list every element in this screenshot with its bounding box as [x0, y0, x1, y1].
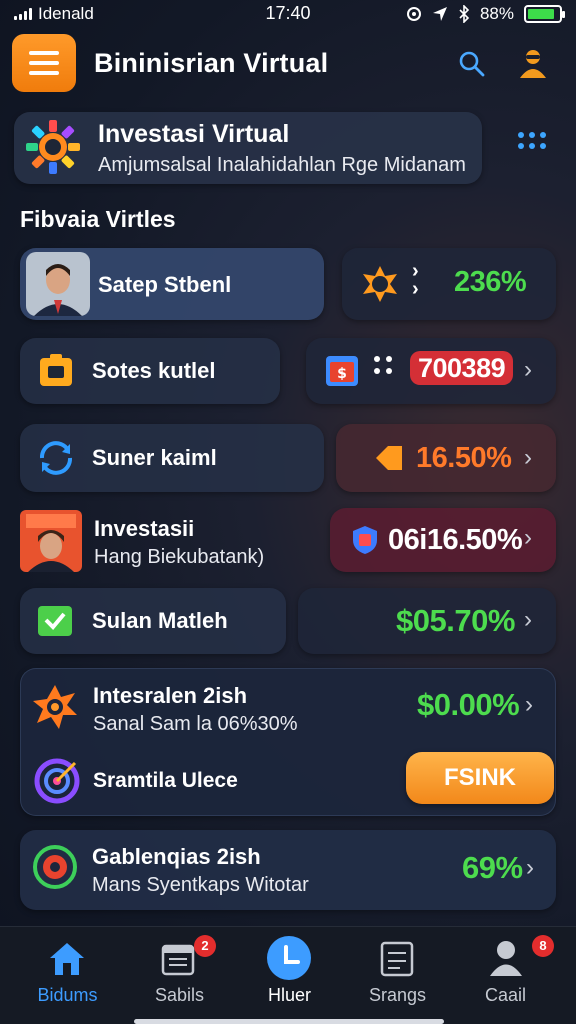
battery-percent: 88% [479, 4, 514, 23]
list-item[interactable]: › › 236% [342, 248, 556, 320]
page-title: Bininisrian Virtual [94, 47, 329, 78]
status-bar: Idenald 17:40 88% [0, 0, 576, 28]
list-item[interactable]: $05.70% › [298, 588, 556, 654]
bottom-nav: Bidums 2 Sabils Hluer Srangs 8 Caail [0, 926, 576, 1024]
sun-icon [363, 266, 397, 302]
row-value: $05.70% [396, 603, 515, 638]
avatar [26, 252, 90, 316]
row-label: Suner kaiml [92, 445, 217, 470]
arrows-icon: › › [412, 260, 419, 300]
invest-card-title: Investasi Virtual [98, 120, 290, 148]
radar-icon [33, 845, 77, 889]
row-sublabel: Hang Biekubatank) [94, 546, 265, 568]
list-item[interactable]: 06i16.50% › [330, 508, 556, 572]
wallet-icon [40, 354, 72, 386]
chevron-right-icon: › [524, 444, 532, 471]
chevron-right-icon: › [524, 356, 532, 383]
row-label: Satep Stbenl [98, 272, 232, 297]
row-label: Sulan Matleh [92, 608, 228, 633]
refresh-icon [40, 441, 72, 475]
nav-label: Sabils [154, 985, 205, 1005]
notification-badge: 2 [194, 935, 216, 957]
list-item[interactable]: Suner kaiml [20, 424, 324, 492]
row-value: 236% [454, 266, 527, 298]
chevron-right-icon: › [524, 606, 532, 633]
nav-label: Srangs [368, 985, 427, 1005]
gear-icon [26, 120, 80, 174]
svg-text:$: $ [337, 366, 347, 382]
nav-item-sabils[interactable]: 2 Sabils [122, 927, 237, 1024]
last-card-value: 69% [462, 850, 523, 885]
investasi-virtual-card[interactable]: Investasi Virtual Amjumsalsal Inalahidah… [14, 112, 482, 184]
combo-title: Intesralen 2ish [93, 683, 248, 708]
nav-item-caail[interactable]: 8 Caail [448, 927, 563, 1024]
calendar-icon [161, 944, 195, 976]
list-item[interactable]: Satep Stbenl [20, 248, 324, 320]
list-item[interactable]: 16.50% › [336, 424, 556, 492]
nav-label: Hluer [267, 985, 311, 1005]
row-label: Sotes kutlel [92, 358, 216, 383]
calendar-icon: $ [326, 356, 358, 386]
profile-icon [490, 941, 522, 976]
list-item[interactable]: $ 700389 › [306, 338, 556, 404]
menu-button[interactable] [12, 34, 76, 92]
more-grid-icon[interactable] [518, 132, 546, 149]
row-value: 16.50% [416, 442, 512, 474]
chevron-right-icon: › [525, 691, 533, 718]
home-indicator [134, 1019, 444, 1024]
invest-card-subtitle: Amjumsalsal Inalahidahlan Rge Midanam [98, 154, 466, 176]
combo-subtitle: Sanal Sam la 06%30% [93, 713, 298, 735]
combo-value: $0.00% [417, 687, 520, 722]
chevron-right-icon: › [526, 854, 534, 881]
notification-badge: 8 [532, 935, 554, 957]
row-value: 06i16.50% [388, 524, 523, 556]
nav-label: Caail [484, 985, 527, 1005]
dots-icon [374, 356, 392, 374]
list-item[interactable]: Sulan Matleh [20, 588, 286, 654]
search-icon[interactable] [458, 50, 486, 78]
finish-button[interactable]: FSINK [406, 752, 554, 804]
row-value: 700389 [410, 351, 514, 385]
user-icon[interactable] [516, 46, 550, 80]
battery-icon [524, 5, 565, 23]
row-label: Investasii [94, 516, 195, 541]
gablenqias-card[interactable]: Gablenqias 2ish Mans Syentkaps Witotar 6… [20, 830, 556, 910]
section-title: Fibvaia Virtles [20, 206, 176, 232]
combo-second-label: Sramtila Ulece [93, 769, 238, 792]
nav-item-home[interactable]: Bidums [10, 927, 125, 1024]
nav-label: Bidums [37, 985, 98, 1005]
last-card-subtitle: Mans Syentkaps Witotar [92, 874, 309, 896]
nav-item-srangs[interactable]: Srangs [340, 927, 455, 1024]
avatar [20, 510, 82, 572]
clock-icon [267, 936, 311, 980]
rotation-lock-icon [406, 7, 421, 21]
list-item[interactable]: Sotes kutlel [20, 338, 280, 404]
nav-item-hluer[interactable]: Hluer [232, 927, 347, 1024]
target-icon [33, 685, 77, 729]
shield-icon [353, 526, 377, 554]
app-header: Bininisrian Virtual [0, 30, 576, 96]
chevron-right-icon: › [524, 524, 532, 551]
location-icon [432, 7, 447, 21]
home-icon [50, 943, 84, 975]
goal-icon [34, 758, 80, 804]
bluetooth-icon [459, 5, 470, 23]
tag-icon [376, 446, 402, 470]
last-card-title: Gablenqias 2ish [92, 844, 261, 869]
document-icon [380, 941, 414, 977]
check-icon [38, 606, 72, 636]
